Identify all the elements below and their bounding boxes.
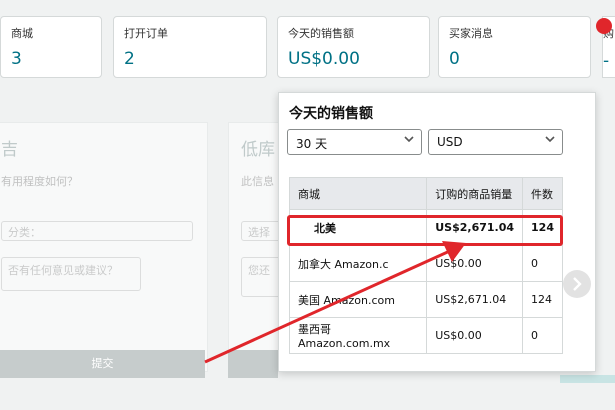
header-sales: 订购的商品销量 <box>426 177 524 210</box>
stat-label: 买家消息 <box>449 27 493 40</box>
submit-button[interactable]: 提交 <box>0 350 205 378</box>
question-text: 有用程度如何？ <box>1 175 78 188</box>
stat-card-marketplaces[interactable]: 商城 3 <box>0 16 102 78</box>
highlight-box <box>287 215 563 246</box>
header-marketplace: 商城 <box>288 177 428 210</box>
stat-value: 0 <box>449 49 460 69</box>
header-units: 件数 <box>522 177 563 210</box>
stat-label: 商城 <box>11 27 33 40</box>
stat-card-todays-sales[interactable]: 今天的销售额 US$0.00 <box>277 16 430 78</box>
feedback-panel: 吉 有用程度如何？ 分类： 否有任何意见或建议？ <box>0 122 208 372</box>
carousel-next-button[interactable] <box>563 270 591 298</box>
stat-value: 3 <box>11 49 22 69</box>
currency-select-value: USD <box>437 135 463 149</box>
cell-units: 0 <box>522 317 563 354</box>
cell-units: 124 <box>522 281 563 318</box>
table-row[interactable]: 墨西哥 Amazon.com.mx US$0.00 0 <box>288 317 563 354</box>
stat-value: -- <box>603 51 610 77</box>
table-header-row: 商城 订购的商品销量 件数 <box>288 177 563 210</box>
cell-sales: US$0.00 <box>426 245 524 282</box>
info-text: 此信息 <box>241 175 274 188</box>
panel-title: 低库 <box>241 140 275 160</box>
sales-dropdown-panel: 今天的销售额 30 天 USD 商城 订购的商品销量 件数 北美 US$2,67… <box>278 92 596 372</box>
decorative-strip <box>560 375 615 383</box>
cell-units: 0 <box>522 245 563 282</box>
stat-card-open-orders[interactable]: 打开订单 2 <box>113 16 267 78</box>
cell-sales: US$2,671.04 <box>426 281 524 318</box>
chevron-right-icon <box>573 277 582 291</box>
stat-value: US$0.00 <box>288 49 360 69</box>
table-row[interactable]: 美国 Amazon.com US$2,671.04 124 <box>288 281 563 318</box>
stat-label: 打开订单 <box>124 27 168 40</box>
period-select-value: 30 天 <box>296 137 328 151</box>
stat-label: 今天的销售额 <box>288 27 354 40</box>
chevron-down-icon <box>545 136 555 143</box>
period-select[interactable]: 30 天 <box>287 129 422 155</box>
category-select[interactable]: 分类： <box>1 221 193 241</box>
panel-title: 今天的销售额 <box>289 106 373 122</box>
notification-badge <box>596 18 612 34</box>
stat-card-buyer-messages[interactable]: 买家消息 0 <box>438 16 591 78</box>
currency-select[interactable]: USD <box>428 129 563 155</box>
cell-market: 加拿大 Amazon.c <box>288 245 428 282</box>
submit-button-2[interactable] <box>228 350 278 378</box>
cell-sales: US$0.00 <box>426 317 524 354</box>
cell-market: 墨西哥 Amazon.com.mx <box>288 317 428 354</box>
feedback-textarea[interactable]: 否有任何意见或建议？ <box>1 257 141 291</box>
cell-market: 美国 Amazon.com <box>288 281 428 318</box>
stat-value: 2 <box>124 49 135 69</box>
sales-table: 商城 订购的商品销量 件数 北美 US$2,671.04 124 加拿大 Ama… <box>288 177 563 354</box>
table-row[interactable]: 加拿大 Amazon.c US$0.00 0 <box>288 245 563 282</box>
panel-title: 吉 <box>1 140 18 160</box>
chevron-down-icon <box>404 136 414 143</box>
